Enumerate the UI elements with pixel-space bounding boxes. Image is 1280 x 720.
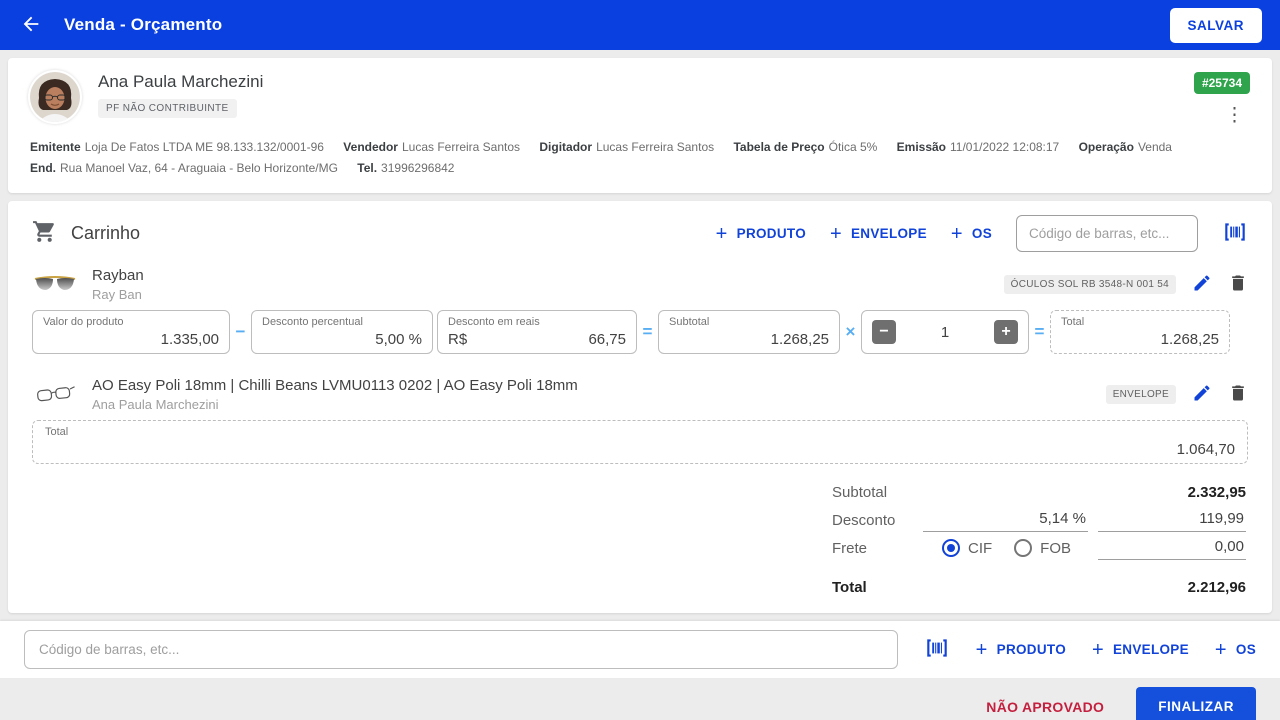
footer-status-row: NÃO APROVADO FINALIZAR <box>0 678 1280 720</box>
detail-digitador: Digitador Lucas Ferreira Santos <box>539 140 715 154</box>
top-bar: Venda - Orçamento SALVAR <box>0 0 1280 50</box>
trash-icon <box>1228 383 1248 406</box>
cart-item-row-2: AO Easy Poli 18mm | Chilli Beans LVMU011… <box>8 372 1272 416</box>
currency-prefix: R$ <box>448 331 468 348</box>
freight-fob-radio[interactable] <box>1014 539 1033 557</box>
increment-button[interactable]: + <box>994 320 1018 344</box>
back-button[interactable] <box>18 12 44 38</box>
pencil-icon <box>1192 383 1212 406</box>
edit-item-button[interactable] <box>1192 273 1212 296</box>
discount-percent-field[interactable]: Desconto percentual 5,00 % <box>251 310 433 354</box>
pencil-icon <box>1192 273 1212 296</box>
product-thumbnail-glasses <box>32 383 78 405</box>
product-subtitle: Ana Paula Marchezini <box>92 396 219 412</box>
order-number-badge: #25734 <box>1193 72 1250 94</box>
footer-add-product-button[interactable]: + PRODUTO <box>976 640 1066 660</box>
plus-icon: + <box>975 638 988 661</box>
item-subtotal-field[interactable]: Subtotal 1.268,25 <box>658 310 840 354</box>
cart-item-row-1: Rayban Ray Ban ÓCULOS SOL RB 3548-N 001 … <box>8 262 1272 306</box>
save-button[interactable]: SALVAR <box>1169 7 1262 43</box>
envelope-total-field: Total 1.064,70 <box>32 420 1248 464</box>
product-subtitle: Ray Ban <box>92 286 142 302</box>
decrement-button[interactable]: − <box>872 320 896 344</box>
detail-emissao: Emissão 11/01/2022 12:08:17 <box>896 140 1060 154</box>
customer-name: Ana Paula Marchezini <box>98 72 264 91</box>
arrow-left-icon <box>20 13 42 38</box>
delete-item-button[interactable] <box>1228 383 1248 406</box>
add-product-button[interactable]: + PRODUTO <box>716 224 806 244</box>
product-price-field[interactable]: Valor do produto 1.335,00 <box>32 310 230 354</box>
add-os-button[interactable]: + OS <box>951 224 992 244</box>
delete-item-button[interactable] <box>1228 273 1248 296</box>
add-envelope-button[interactable]: + ENVELOPE <box>830 224 927 244</box>
summary-freight-row: Frete CIF FOB <box>832 534 1246 562</box>
cart-summary: Subtotal 2.332,95 Desconto Frete CIF FOB… <box>832 478 1246 601</box>
product-name: Rayban <box>92 266 144 284</box>
item-calculation-row: Valor do produto 1.335,00 − Desconto per… <box>8 306 1272 364</box>
detail-emitente: Emitente Loja De Fatos LTDA ME 98.133.132… <box>30 140 324 154</box>
detail-telefone: Tel. 31996296842 <box>357 161 455 175</box>
freight-value-input[interactable] <box>1098 536 1246 560</box>
discount-percent-input[interactable] <box>923 508 1088 532</box>
detail-endereco: End. Rua Manoel Vaz, 64 - Araguaia - Belo… <box>30 161 338 175</box>
footer-add-envelope-button[interactable]: + ENVELOPE <box>1092 640 1189 660</box>
footer-barcode-input[interactable] <box>24 630 898 669</box>
freight-cif-label: CIF <box>968 539 993 557</box>
customer-card: Ana Paula Marchezini PF NÃO CONTRIBUINTE… <box>8 58 1272 193</box>
detail-tabela-preco: Tabela de Preço Ótica 5% <box>733 140 878 154</box>
operator-minus: − <box>235 322 246 341</box>
plus-icon: + <box>715 222 728 245</box>
cart-title: Carrinho <box>71 223 141 243</box>
bottom-action-bar: +PRODUTO +ENVELOPE +OS <box>0 621 1280 678</box>
summary-total-row: Total 2.212,96 <box>832 578 1246 596</box>
approval-status-text: NÃO APROVADO <box>986 698 1105 715</box>
plus-icon: + <box>950 222 963 245</box>
customer-tax-badge: PF NÃO CONTRIBUINTE <box>98 99 237 118</box>
minus-icon: − <box>879 323 889 340</box>
detail-vendedor: Vendedor Lucas Ferreira Santos <box>343 140 521 154</box>
operator-times: × <box>845 322 856 341</box>
cart-card: Carrinho +PRODUTO +ENVELOPE +OS Rayban <box>8 201 1272 613</box>
summary-subtotal-value: 2.332,95 <box>1187 483 1246 501</box>
kebab-menu-button[interactable]: ⋮ <box>1225 106 1244 125</box>
product-tag: ÓCULOS SOL RB 3548-N 001 54 <box>1003 274 1176 294</box>
product-name: AO Easy Poli 18mm | Chilli Beans LVMU011… <box>92 376 578 394</box>
edit-item-button[interactable] <box>1192 383 1212 406</box>
summary-total-value: 2.212,96 <box>1187 578 1246 596</box>
product-tag: ENVELOPE <box>1105 384 1176 404</box>
operator-equals: = <box>1034 322 1045 341</box>
customer-details-line2: End. Rua Manoel Vaz, 64 - Araguaia - Belo… <box>30 158 1250 179</box>
plus-icon: + <box>1092 638 1104 661</box>
avatar <box>30 72 80 122</box>
freight-fob-label: FOB <box>1040 539 1072 557</box>
barcode-icon <box>1222 219 1248 248</box>
kebab-icon: ⋮ <box>1225 105 1244 126</box>
freight-cif-radio[interactable] <box>942 539 960 557</box>
detail-operacao: Operação Venda <box>1078 140 1172 154</box>
customer-details: Emitente Loja De Fatos LTDA ME 98.133.132… <box>30 137 1250 179</box>
cart-icon <box>32 219 57 249</box>
footer-barcode-scan-button[interactable] <box>924 635 950 664</box>
summary-subtotal-row: Subtotal 2.332,95 <box>832 483 1246 501</box>
item-total-field: Total 1.268,25 <box>1050 310 1230 354</box>
quantity-value[interactable]: 1 <box>941 324 949 341</box>
discount-reais-field[interactable]: Desconto em reais R$ 66,75 <box>437 310 637 354</box>
cart-barcode-input[interactable] <box>1016 215 1198 252</box>
barcode-scan-button[interactable] <box>1222 219 1248 248</box>
summary-discount-row: Desconto <box>832 506 1246 534</box>
footer-add-os-button[interactable]: + OS <box>1215 640 1256 660</box>
plus-icon: + <box>1214 638 1227 661</box>
operator-equals: = <box>642 322 653 341</box>
finalize-button[interactable]: FINALIZAR <box>1136 687 1256 720</box>
plus-icon: + <box>830 222 842 245</box>
product-thumbnail-sunglasses <box>32 274 78 294</box>
barcode-icon <box>924 635 950 664</box>
plus-icon: + <box>1001 323 1011 340</box>
quantity-stepper: − 1 + <box>861 310 1029 354</box>
discount-value-input[interactable] <box>1098 508 1246 532</box>
page-title: Venda - Orçamento <box>64 15 223 34</box>
trash-icon <box>1228 273 1248 296</box>
customer-details-line1: Emitente Loja De Fatos LTDA ME 98.133.132… <box>30 137 1250 158</box>
